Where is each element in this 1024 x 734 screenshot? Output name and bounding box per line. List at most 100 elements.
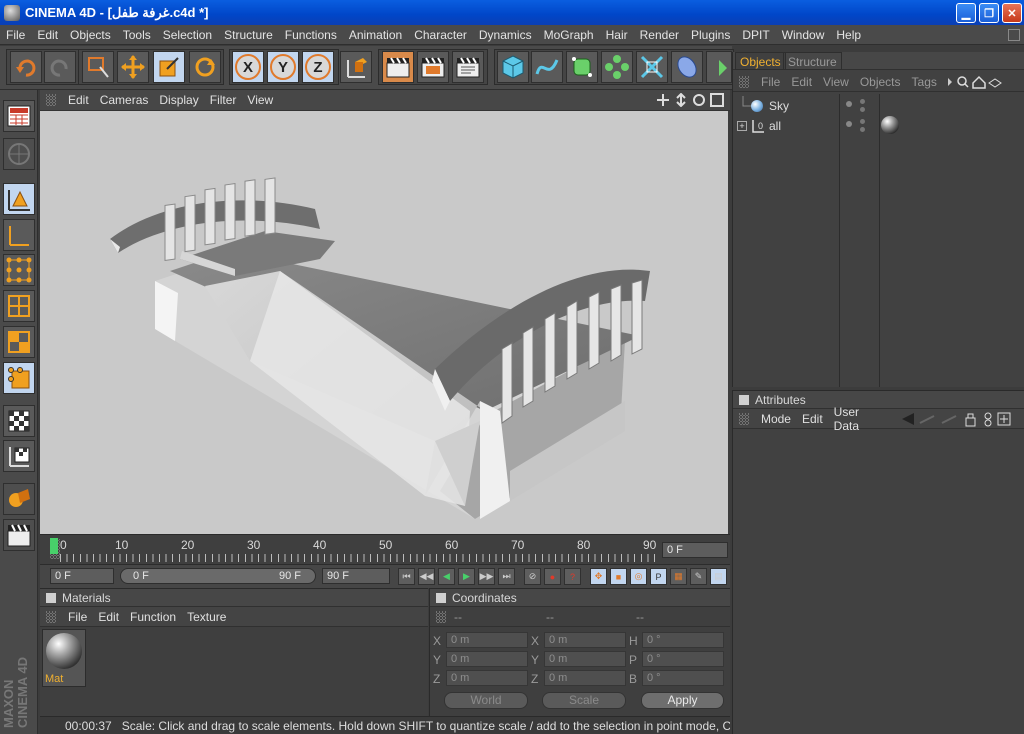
- menu-functions[interactable]: Functions: [279, 28, 343, 42]
- restore-button[interactable]: ❐: [979, 3, 999, 23]
- rot-h-field[interactable]: 0 °: [642, 632, 724, 648]
- key-scale-icon[interactable]: ■: [610, 568, 627, 585]
- z-axis-icon[interactable]: Z: [302, 51, 334, 83]
- render-picture-viewer-icon[interactable]: [417, 51, 449, 83]
- rot-b-field[interactable]: 0 °: [642, 670, 724, 686]
- render-settings-icon[interactable]: [452, 51, 484, 83]
- objects-menu-view[interactable]: View: [819, 75, 856, 89]
- visibility-editor-dot[interactable]: [846, 121, 852, 127]
- x-axis-icon[interactable]: X: [232, 51, 264, 83]
- previous-key-icon[interactable]: ◀◀: [418, 568, 435, 585]
- play-forwards-icon[interactable]: ▶: [458, 568, 475, 585]
- keyframe-selection-icon[interactable]: ?: [564, 568, 581, 585]
- panel-close-icon[interactable]: [739, 394, 749, 405]
- viewport-pan-icon[interactable]: [656, 93, 670, 107]
- enable-axis-icon[interactable]: [3, 483, 35, 515]
- visibility-render-dot[interactable]: [860, 107, 865, 112]
- menu-animation[interactable]: Animation: [343, 28, 408, 42]
- menu-edit[interactable]: Edit: [31, 28, 64, 42]
- tab-objects[interactable]: Objects: [735, 52, 786, 70]
- apply-button[interactable]: Apply: [641, 692, 724, 709]
- object-row-all[interactable]: + 0 all: [733, 116, 1024, 136]
- end-frame-field[interactable]: 90 F: [322, 568, 390, 584]
- scale-icon[interactable]: [153, 51, 185, 83]
- viewport-zoom-icon[interactable]: [674, 93, 688, 107]
- menu-file[interactable]: File: [0, 28, 31, 42]
- menu-character[interactable]: Character: [408, 28, 473, 42]
- materials-menu-file[interactable]: File: [64, 610, 94, 624]
- menu-objects[interactable]: Objects: [64, 28, 117, 42]
- goto-start-icon[interactable]: ⏮: [398, 568, 415, 585]
- cube-icon[interactable]: [497, 51, 529, 83]
- materials-menu-function[interactable]: Function: [126, 610, 183, 624]
- menu-window[interactable]: Window: [776, 28, 831, 42]
- viewport-menu-view[interactable]: View: [243, 93, 280, 107]
- undo-icon[interactable]: [10, 51, 42, 83]
- viewport-rotate-icon[interactable]: [692, 93, 706, 107]
- size-x-field[interactable]: 0 m: [544, 632, 626, 648]
- key-pla-icon[interactable]: ▦: [670, 568, 687, 585]
- timeline[interactable]: 0 10 20 30 40 50 60 70 80 90 0 F: [40, 534, 730, 564]
- tab-structure[interactable]: Structure: [783, 52, 842, 70]
- texture-tag-icon[interactable]: [881, 116, 899, 134]
- redo-icon[interactable]: [44, 51, 76, 83]
- array-icon[interactable]: [601, 51, 633, 83]
- attributes-menu-mode[interactable]: Mode: [757, 412, 798, 426]
- use-model-mode-icon[interactable]: [3, 100, 35, 132]
- expand-toggle[interactable]: +: [737, 121, 747, 131]
- key-interpolation-icon[interactable]: ✎: [690, 568, 707, 585]
- materials-menu-edit[interactable]: Edit: [94, 610, 126, 624]
- size-z-field[interactable]: 0 m: [544, 670, 626, 686]
- menu-plugins[interactable]: Plugins: [685, 28, 736, 42]
- next-key-icon[interactable]: ▶▶: [478, 568, 495, 585]
- menu-dpit[interactable]: DPIT: [736, 28, 775, 42]
- layout-toggle-icon[interactable]: [1008, 29, 1020, 41]
- panel-grip-icon[interactable]: [436, 611, 446, 623]
- size-mode-dropdown[interactable]: Scale: [542, 692, 626, 709]
- panel-grip-icon[interactable]: [46, 610, 56, 623]
- coordinate-system-dropdown[interactable]: World: [444, 692, 528, 709]
- deformer-icon[interactable]: [636, 51, 668, 83]
- y-axis-icon[interactable]: Y: [267, 51, 299, 83]
- minimize-button[interactable]: ▁: [956, 3, 976, 23]
- use-point-tool-icon[interactable]: [3, 254, 35, 286]
- pos-z-field[interactable]: 0 m: [446, 670, 528, 686]
- objects-menu-edit[interactable]: Edit: [787, 75, 819, 89]
- use-edge-tool-icon[interactable]: [3, 290, 35, 322]
- play-backwards-icon[interactable]: ◀: [438, 568, 455, 585]
- world-coordinates-icon[interactable]: [340, 51, 372, 83]
- key-rotation-icon[interactable]: ◎: [630, 568, 647, 585]
- viewport-menu-filter[interactable]: Filter: [206, 93, 244, 107]
- viewport-maximize-icon[interactable]: [710, 93, 724, 107]
- preview-range-slider[interactable]: 0 F 90 F: [120, 568, 316, 584]
- pos-y-field[interactable]: 0 m: [446, 651, 528, 667]
- use-animation-tool-icon[interactable]: [3, 440, 35, 472]
- rotate-icon[interactable]: [189, 51, 221, 83]
- attributes-menu-user-data[interactable]: User Data: [830, 405, 895, 433]
- viewport-menu-cameras[interactable]: Cameras: [96, 93, 156, 107]
- live-selection-icon[interactable]: [82, 51, 114, 83]
- use-object-axis-icon[interactable]: [3, 219, 35, 251]
- record-keys-icon[interactable]: ⊘: [524, 568, 541, 585]
- render-view-icon[interactable]: [382, 51, 414, 83]
- use-model-tool-icon[interactable]: [3, 183, 35, 215]
- attributes-menu-edit[interactable]: Edit: [798, 412, 830, 426]
- visibility-render-dot[interactable]: [860, 127, 865, 132]
- pos-x-field[interactable]: 0 m: [446, 632, 528, 648]
- visibility-render-dot[interactable]: [860, 99, 865, 104]
- autokeying-icon[interactable]: ●: [544, 568, 561, 585]
- panel-grip-icon[interactable]: [739, 412, 749, 425]
- current-frame-field[interactable]: 0 F: [662, 542, 728, 558]
- menu-dynamics[interactable]: Dynamics: [473, 28, 538, 42]
- visibility-render-dot[interactable]: [860, 119, 865, 124]
- viewport-menu-edit[interactable]: Edit: [64, 93, 96, 107]
- close-button[interactable]: ✕: [1002, 3, 1022, 23]
- panel-close-icon[interactable]: [46, 592, 56, 603]
- viewport-3d[interactable]: [40, 111, 728, 534]
- timeline-playhead[interactable]: [50, 538, 58, 554]
- camera-icon[interactable]: [706, 51, 732, 83]
- menu-mograph[interactable]: MoGraph: [538, 28, 600, 42]
- spline-pen-icon[interactable]: [531, 51, 563, 83]
- render-region-icon[interactable]: [3, 519, 35, 551]
- key-parameter-icon[interactable]: P: [650, 568, 667, 585]
